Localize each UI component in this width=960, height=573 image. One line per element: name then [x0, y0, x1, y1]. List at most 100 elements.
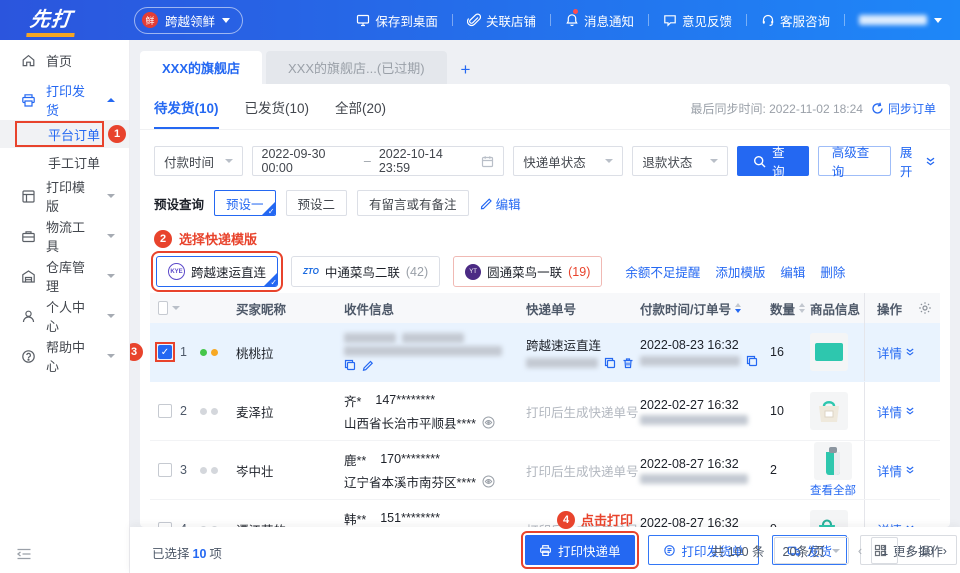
copy-icon[interactable] — [604, 357, 616, 369]
preset-memo-button[interactable]: 有留言或有备注 — [357, 190, 469, 216]
sidebar-item-warehouse[interactable]: 仓库管理 — [0, 256, 129, 296]
sidebar-item-print-templates[interactable]: 打印模版 — [0, 176, 129, 216]
detail-button[interactable]: 详情 — [877, 343, 915, 362]
printer-icon — [21, 93, 36, 108]
view-all-products-link[interactable]: 查看全部 — [810, 482, 856, 498]
account-menu[interactable] — [859, 15, 942, 25]
gear-icon[interactable] — [918, 301, 932, 315]
table-row[interactable]: 2 麦泽拉 齐* 147******** 山西省长治市平顺县**** 打印后生成快… — [150, 382, 940, 441]
shop-tab-active[interactable]: XXX的旗舰店 — [140, 51, 263, 84]
template-kye-button[interactable]: KYE 跨越速运直连 ✓ — [150, 251, 284, 292]
search-button-label: 查询 — [772, 146, 785, 179]
sidebar-item-help[interactable]: 帮助中心 — [0, 336, 129, 376]
preset-edit-button[interactable]: 编辑 — [479, 194, 521, 213]
orders-table: 买家昵称 收件信息 快递单号 付款时间/订单号 数量 商品信息 操作 3 ✓ 1… — [130, 293, 940, 527]
select-all-checkbox[interactable] — [158, 301, 168, 315]
notifications-button[interactable]: 消息通知 — [551, 8, 648, 30]
app-logo: 先打 — [26, 3, 78, 37]
detail-button[interactable]: 详情 — [877, 461, 915, 480]
expand-button[interactable]: 展开 — [900, 142, 936, 180]
chevron-up-icon — [107, 98, 115, 102]
tab-all[interactable]: 全部(20) — [335, 97, 386, 129]
row-index: 3 — [180, 463, 187, 477]
row-checkbox-checked[interactable]: ✓ — [158, 345, 172, 359]
courier-status-select[interactable]: 快递单状态 — [513, 146, 624, 176]
product-image[interactable] — [814, 442, 852, 480]
next-page-button[interactable]: › — [943, 543, 947, 558]
sort-icons[interactable] — [799, 303, 806, 313]
sync-orders-button[interactable]: 同步订单 — [871, 100, 936, 117]
sidebar-item-personal[interactable]: 个人中心 — [0, 296, 129, 336]
sidebar-item-platform-orders[interactable]: 平台订单 1 — [0, 120, 129, 148]
receiver-phone: 170******** — [380, 452, 441, 466]
table-row[interactable]: 3 ✓ 1 桃桃拉 跨越速运直连 2022-08-23 16:32 16 详情 — [130, 323, 940, 382]
add-shop-button[interactable]: + — [451, 60, 481, 84]
paperclip-icon — [466, 13, 481, 27]
tracking-pending-text: 打印后生成快递单号 — [526, 405, 639, 420]
pagination: 共 100 条 20条/页 ‹ 1 / 10 › — [712, 537, 947, 564]
copy-icon[interactable] — [746, 355, 758, 367]
link-shops-button[interactable]: 关联店铺 — [453, 11, 550, 30]
preset-2-button[interactable]: 预设二 — [285, 190, 348, 216]
double-chevron-down-icon — [925, 156, 936, 167]
current-page-input[interactable]: 1 — [871, 537, 899, 564]
trash-icon[interactable] — [622, 357, 634, 369]
kye-logo-icon: KYE — [168, 263, 185, 280]
courier-status-value: 快递单状态 — [523, 155, 586, 170]
advanced-search-button[interactable]: 高级查询 — [817, 146, 891, 179]
pay-time-select[interactable]: 付款时间 — [154, 146, 243, 176]
detail-button[interactable]: 详情 — [877, 520, 915, 527]
eye-icon[interactable] — [482, 475, 495, 488]
search-icon — [753, 155, 766, 168]
template-zto-button[interactable]: ZTO 中通菜鸟二联 (42) — [291, 256, 441, 287]
header-qty[interactable]: 数量 — [770, 299, 810, 318]
sidebar-collapse-button[interactable] — [16, 547, 32, 561]
tab-shipped[interactable]: 已发货(10) — [245, 97, 310, 129]
refund-status-select[interactable]: 退款状态 — [632, 146, 729, 176]
chevron-down-icon[interactable] — [172, 306, 180, 310]
pen-icon — [479, 197, 492, 210]
print-express-label: 打印快递单 — [558, 544, 621, 559]
template-yto-button[interactable]: YT 圆通菜鸟一联 (19) — [453, 256, 603, 287]
receiver-phone: 147******** — [375, 393, 436, 407]
sidebar-item-print-ship[interactable]: 打印发货 — [0, 80, 129, 120]
eye-icon[interactable] — [482, 416, 495, 429]
search-button[interactable]: 查询 — [737, 146, 809, 179]
shop-tab-expired[interactable]: XXX的旗舰店...(已过期) — [266, 51, 447, 84]
question-icon — [21, 349, 36, 364]
product-image[interactable] — [810, 392, 848, 430]
edit-template-link[interactable]: 编辑 — [780, 262, 805, 281]
copy-icon[interactable] — [344, 359, 356, 371]
detail-button[interactable]: 详情 — [877, 402, 915, 421]
prev-page-button[interactable]: ‹ — [858, 543, 862, 558]
sidebar-item-home[interactable]: 首页 — [0, 40, 129, 80]
toolbox-icon — [21, 229, 36, 244]
delete-template-link[interactable]: 删除 — [820, 262, 845, 281]
table-row[interactable]: 3 岑中壮 鹿** 170******** 辽宁省本溪市南芬区**** 打印后生成… — [150, 441, 940, 500]
sidebar-item-manual-orders[interactable]: 手工订单 — [0, 148, 129, 176]
row-checkbox[interactable] — [158, 463, 172, 477]
add-template-link[interactable]: 添加模版 — [715, 262, 765, 281]
product-image[interactable] — [810, 333, 848, 371]
balance-alert-link[interactable]: 余额不足提醒 — [625, 262, 700, 281]
feedback-label: 意见反馈 — [681, 14, 732, 29]
save-to-desktop-button[interactable]: 保存到桌面 — [342, 11, 452, 30]
store-selector[interactable]: 鲜 跨越领鲜 — [134, 6, 244, 34]
product-image[interactable] — [810, 510, 848, 527]
receiver-phone-masked — [402, 333, 464, 343]
row-checkbox[interactable] — [158, 404, 172, 418]
date-range-picker[interactable]: 2022-09-30 00:00 – 2022-10-14 23:59 — [251, 146, 505, 176]
feedback-button[interactable]: 意见反馈 — [649, 11, 746, 30]
print-express-button[interactable]: 打印快递单 — [521, 531, 639, 569]
divider — [844, 14, 845, 26]
sort-icons[interactable] — [734, 303, 741, 313]
preset-1-button[interactable]: 预设一 ✓ — [214, 190, 276, 216]
table-row[interactable]: 4 谭江花的... 韩**151******** 广东省珠海市香洲区**** 打… — [150, 500, 940, 527]
page-size-select[interactable]: 20条/页 — [773, 537, 849, 564]
tab-pending[interactable]: 待发货(10) — [154, 97, 219, 129]
sidebar-item-manual-orders-label: 手工订单 — [48, 155, 101, 171]
header-pay-time[interactable]: 付款时间/订单号 — [640, 299, 770, 318]
sidebar-item-logistics-tools[interactable]: 物流工具 — [0, 216, 129, 256]
edit-icon[interactable] — [362, 359, 374, 371]
support-button[interactable]: 客服咨询 — [747, 11, 844, 30]
